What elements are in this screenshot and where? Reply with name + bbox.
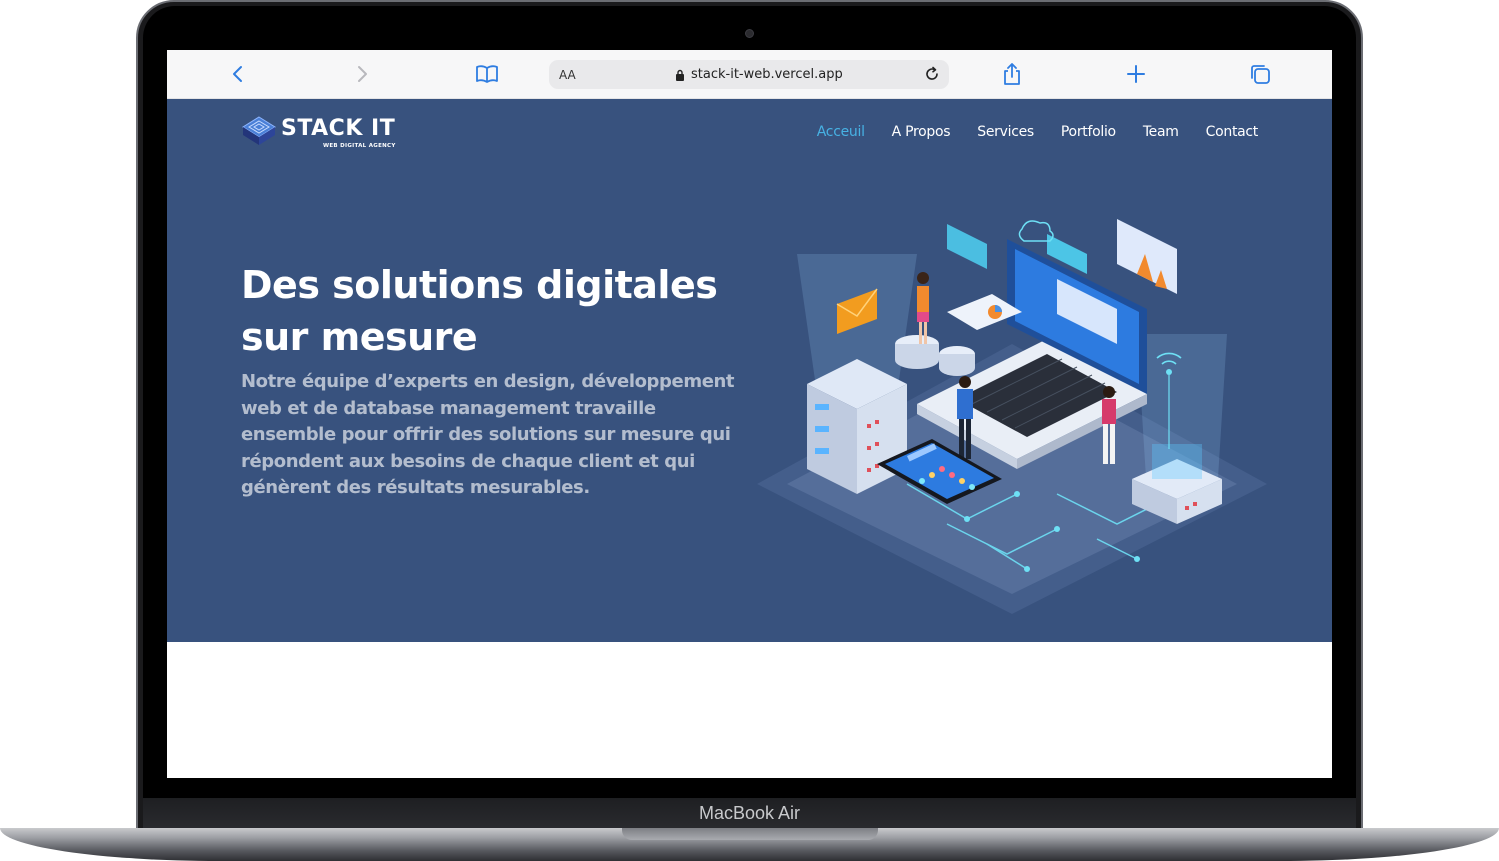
reload-icon[interactable]	[921, 63, 943, 85]
nav-item-acceuil[interactable]: Acceuil	[817, 124, 865, 140]
hero-description: Notre équipe d’experts en design, dévelo…	[241, 371, 735, 498]
nav-item-portfolio[interactable]: Portfolio	[1061, 124, 1116, 140]
back-icon[interactable]	[226, 62, 250, 86]
camera-icon	[745, 29, 754, 38]
browser-toolbar: AA stack-it-web.vercel.app	[167, 50, 1332, 99]
nav-item-team[interactable]: Team	[1143, 124, 1179, 140]
lock-icon	[676, 69, 684, 81]
bookmarks-icon[interactable]	[475, 62, 499, 86]
logo-mark-icon	[242, 116, 276, 145]
text-size-button[interactable]: AA	[559, 68, 576, 82]
url-display: stack-it-web.vercel.app	[675, 67, 843, 82]
hero-title-line-2: sur mesure	[241, 315, 478, 359]
hero-illustration	[757, 219, 1267, 614]
logo-title: STACK IT	[281, 116, 396, 141]
site-logo[interactable]: STACK IT WEB DIGITAL AGENCY	[241, 113, 401, 153]
share-icon[interactable]	[1000, 62, 1024, 86]
nav-item-a-propos[interactable]: A Propos	[892, 124, 951, 140]
device-label: MacBook Air	[698, 803, 801, 823]
hero-title: Des solutions digitales sur mesure	[241, 259, 761, 363]
main-nav: Acceuil A Propos Services Portfolio Team…	[817, 124, 1259, 140]
hero-section: STACK IT WEB DIGITAL AGENCY Acceuil A Pr…	[167, 99, 1332, 642]
url-text: stack-it-web.vercel.app	[691, 67, 843, 82]
address-bar[interactable]: AA stack-it-web.vercel.app	[549, 60, 949, 89]
screen: AA stack-it-web.vercel.app STACK IT WEB …	[167, 50, 1332, 778]
nav-item-services[interactable]: Services	[977, 124, 1034, 140]
forward-icon[interactable]	[350, 62, 374, 86]
tabs-icon[interactable]	[1248, 62, 1272, 86]
laptop-notch	[622, 828, 878, 840]
hero-title-line-1: Des solutions digitales	[241, 263, 718, 307]
nav-item-contact[interactable]: Contact	[1206, 124, 1259, 140]
new-tab-icon[interactable]	[1124, 62, 1148, 86]
logo-subtitle: WEB DIGITAL AGENCY	[323, 143, 396, 149]
